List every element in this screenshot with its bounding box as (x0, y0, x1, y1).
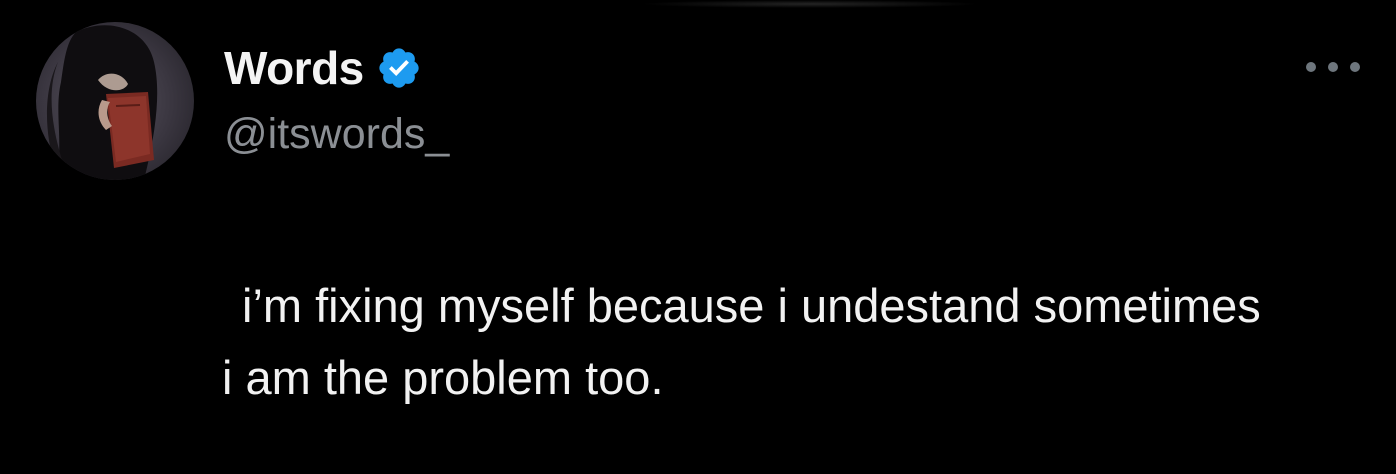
author-name-row: Words (224, 38, 422, 98)
more-horizontal-icon-dot (1306, 62, 1316, 72)
top-edge-shadow (640, 0, 980, 8)
verified-badge-icon (376, 45, 422, 91)
more-options-button[interactable] (1306, 50, 1360, 84)
avatar-photo-icon (46, 25, 158, 180)
avatar[interactable] (36, 22, 194, 180)
tweet-text-line: i am the problem too. (222, 351, 664, 404)
author-display-name[interactable]: Words (224, 40, 364, 96)
author-handle[interactable]: @itswords_ (224, 106, 449, 162)
tweet-text: i’m fixing myself because i undestand so… (222, 270, 1372, 414)
more-horizontal-icon-dot (1350, 62, 1360, 72)
more-horizontal-icon-dot (1328, 62, 1338, 72)
tweet-text-line: i’m fixing myself because i undestand so… (242, 279, 1261, 332)
tweet-card: Words @itswords_ i’m fixing myself becau… (0, 0, 1396, 474)
